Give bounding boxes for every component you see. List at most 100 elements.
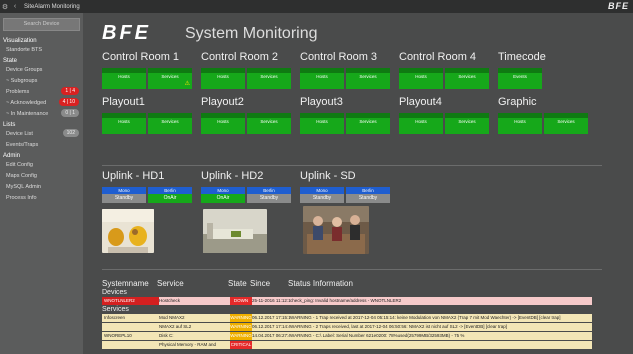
button-label: Hosts [118, 74, 130, 79]
cell-service: Disk C: [159, 333, 174, 338]
uplink-hd1-preview [102, 209, 154, 253]
group-rooms-4: Timecode Events [498, 51, 546, 89]
col-state[interactable]: State [228, 279, 250, 289]
uplink-channel[interactable]: Berlin OnAir [148, 187, 192, 203]
sidebar-item[interactable]: ~ Subgroups [0, 75, 83, 86]
sidebar-section-title: Lists [3, 122, 16, 128]
services-button[interactable]: Services [148, 113, 192, 134]
sidebar-item[interactable]: Events/Traps [0, 139, 83, 150]
group-playouts-0: Playout1 Hosts Services [102, 96, 192, 134]
group-rooms-0: Control Room 1 Hosts Services ⚠ [102, 51, 192, 89]
col-systemname[interactable]: Systemname [102, 279, 157, 289]
back-icon[interactable]: ‹ [10, 3, 20, 10]
table-row[interactable]: Physical Memory - RAM and CRITICAL [102, 341, 592, 349]
table-row[interactable]: NMAX2 auf SL2 WARNING 06.12.2017 17:14:44 W… [102, 323, 592, 331]
table-row[interactable]: WNOREPL10 Disk C: WARNING 14.04.2017 06:27:… [102, 332, 592, 340]
sidebar-item[interactable]: Process Info [0, 192, 83, 203]
services-button[interactable]: Services [445, 113, 489, 134]
group-buttons: Hosts Services [399, 113, 489, 134]
uplink-channel[interactable]: Berlin Standby [346, 187, 390, 203]
button-label: Services [161, 74, 179, 79]
col-service[interactable]: Service [157, 279, 228, 289]
hosts-button[interactable]: Hosts [201, 113, 245, 134]
sidebar-item-label: Events/Traps [6, 142, 39, 148]
cell-status-info: WARNING - 2 Traps received, last at 2017… [290, 324, 508, 329]
services-button[interactable]: Services [247, 113, 291, 134]
group-title: Graphic [498, 96, 537, 108]
uplink-states: Mono Standby Berlin OnAir [102, 187, 192, 203]
button-label: Services [260, 119, 278, 124]
sidebar-item[interactable]: Device Groups [0, 64, 83, 75]
uplink-channel[interactable]: Mono Standby [300, 187, 344, 203]
channel-state: Standby [300, 194, 344, 203]
button-label: Events [513, 74, 527, 79]
hosts-button[interactable]: Hosts [102, 113, 146, 134]
cell-state: WARNING [230, 332, 252, 340]
sidebar-item-label: Device Groups [6, 67, 43, 73]
services-section: Services [102, 306, 129, 313]
services-button[interactable]: Services [346, 68, 390, 89]
sidebar-item[interactable]: Device List 102 [0, 128, 83, 139]
devices-section: Devices [102, 289, 127, 296]
button-label: Hosts [514, 119, 526, 124]
channel-label: Berlin [346, 187, 390, 194]
services-button[interactable]: Services [445, 68, 489, 89]
group-buttons: Events [498, 68, 546, 89]
count-badge: 1 | 4 [61, 87, 79, 95]
services-button[interactable]: Services [544, 113, 588, 134]
channel-state: OnAir [148, 194, 192, 203]
cell-status-info: WARNING - C:\ Label: Serial Number 621e0… [290, 333, 465, 338]
sidebar-item[interactable]: Problems 1 | 4 [0, 86, 83, 97]
table-row[interactable]: Infoscreen Mod NMAX2 WARNING 06.12.2017 17:… [102, 314, 592, 322]
sidebar-item[interactable]: Maps Config [0, 170, 83, 181]
cell-since: 06.12.2017 17:15:11 [252, 315, 290, 320]
page-title: System Monitoring [185, 25, 318, 42]
sidebar-item[interactable]: Standorte BTS [0, 44, 83, 55]
hosts-button[interactable]: Hosts [102, 68, 146, 89]
col-since[interactable]: Since [250, 279, 288, 289]
uplink-channel[interactable]: Berlin Standby [247, 187, 291, 203]
events-button[interactable]: Events [498, 68, 542, 89]
services-button[interactable]: Services ⚠ [148, 68, 192, 89]
hosts-button[interactable]: Hosts [399, 113, 443, 134]
group-title: Control Room 4 [399, 51, 477, 63]
sidebar-item[interactable]: ~ Acknowledged 4 | 10 [0, 97, 83, 108]
group-title: Playout1 [102, 96, 145, 108]
hosts-button[interactable]: Hosts [300, 113, 344, 134]
group-title: Control Room 3 [300, 51, 378, 63]
uplink-sd-preview [303, 206, 369, 254]
channel-label: Mono [300, 187, 344, 194]
sidebar-item[interactable]: Edit Config [0, 159, 83, 170]
sidebar-item-label: ~ Acknowledged [6, 100, 47, 106]
hosts-button[interactable]: Hosts [201, 68, 245, 89]
services-button[interactable]: Services [346, 113, 390, 134]
uplink-channel[interactable]: Mono OnAir [201, 187, 245, 203]
services-button[interactable]: Services [247, 68, 291, 89]
warning-icon: ⚠ [184, 81, 190, 87]
uplink-states: Mono Standby Berlin Standby [300, 187, 390, 203]
cell-status-info: WARNING - 1 Trap received at 2017-12-04 … [290, 315, 561, 320]
channel-label: Mono [201, 187, 245, 194]
button-label: Services [557, 119, 575, 124]
hosts-button[interactable]: Hosts [399, 68, 443, 89]
col-status-info[interactable]: Status Information [288, 279, 592, 289]
group-buttons: Hosts Services [201, 68, 291, 89]
group-title: Control Room 2 [201, 51, 279, 63]
cell-state: WARNING [230, 314, 252, 322]
cell-state: WARNING [230, 323, 252, 331]
sidebar-item[interactable]: MySQL Admin [0, 181, 83, 192]
cell-systemname: WNOREPL10 [104, 333, 132, 338]
uplink-channel[interactable]: Mono Standby [102, 187, 146, 203]
group-buttons: Hosts Services [498, 113, 588, 134]
hosts-button[interactable]: Hosts [300, 68, 344, 89]
uplink-0: Uplink - HD1 Mono Standby Berlin OnAir [102, 170, 192, 203]
cell-systemname [102, 341, 159, 349]
sidebar-item-label: Process Info [6, 195, 37, 201]
settings-icon[interactable]: ⚙ [0, 3, 10, 11]
search-input[interactable]: Search Device [3, 18, 80, 31]
hosts-button[interactable]: Hosts [498, 113, 542, 134]
table-row[interactable]: WNOTLNLER2 Hostcheck DOWN 25-11-2016 11:12:… [102, 297, 592, 305]
sidebar-item[interactable]: ~ In Maintenance 0 | 1 [0, 108, 83, 119]
sidebar-section-title: State [3, 58, 18, 64]
sidebar-section-title: Admin [3, 153, 21, 159]
